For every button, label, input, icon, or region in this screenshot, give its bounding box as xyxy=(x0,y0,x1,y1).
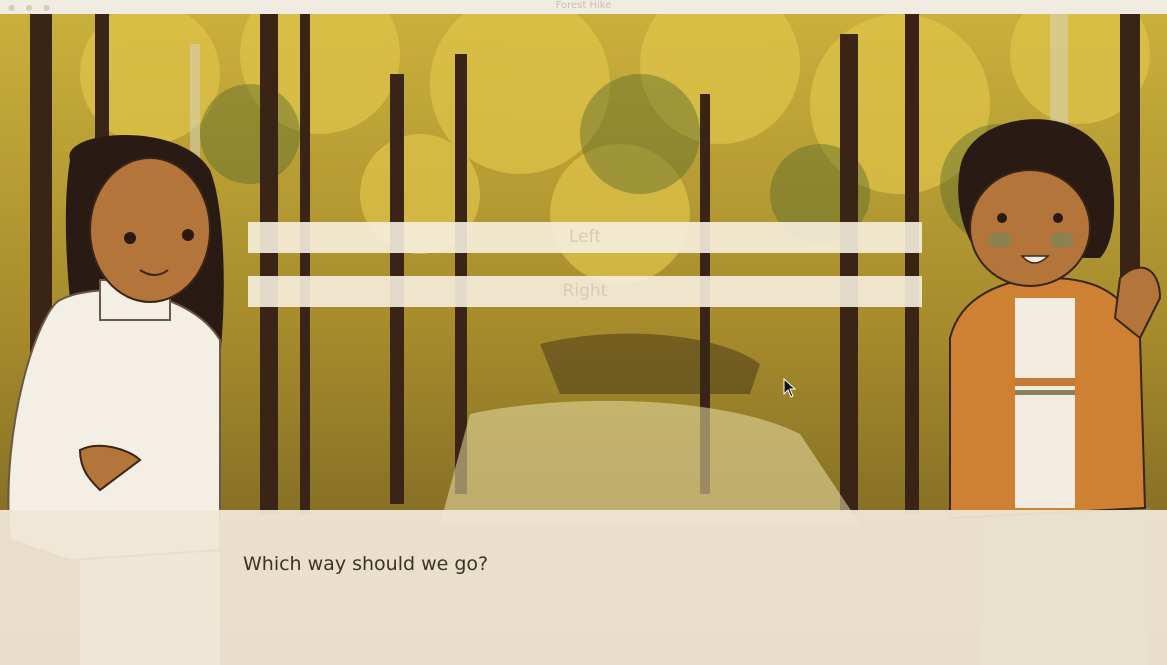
window-title: Forest Hike xyxy=(555,0,612,11)
window-titlebar: ● ● ● Forest Hike xyxy=(0,0,1167,14)
window-controls[interactable]: ● ● ● xyxy=(8,2,54,14)
choice-button-right[interactable]: Right xyxy=(248,276,922,307)
choice-button-left[interactable]: Left xyxy=(248,222,922,253)
dialogue-box[interactable] xyxy=(0,510,1167,665)
mouse-cursor-icon xyxy=(783,378,797,398)
dialogue-text: Which way should we go? xyxy=(243,553,489,575)
